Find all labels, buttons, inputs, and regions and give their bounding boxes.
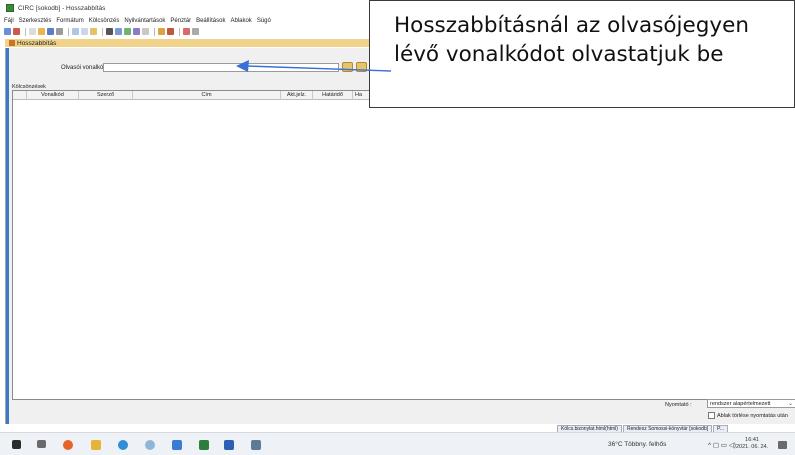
- annotation-arrow-line: [246, 65, 392, 72]
- annotation-arrow: [236, 60, 392, 72]
- annotation-arrow-head: [236, 60, 249, 72]
